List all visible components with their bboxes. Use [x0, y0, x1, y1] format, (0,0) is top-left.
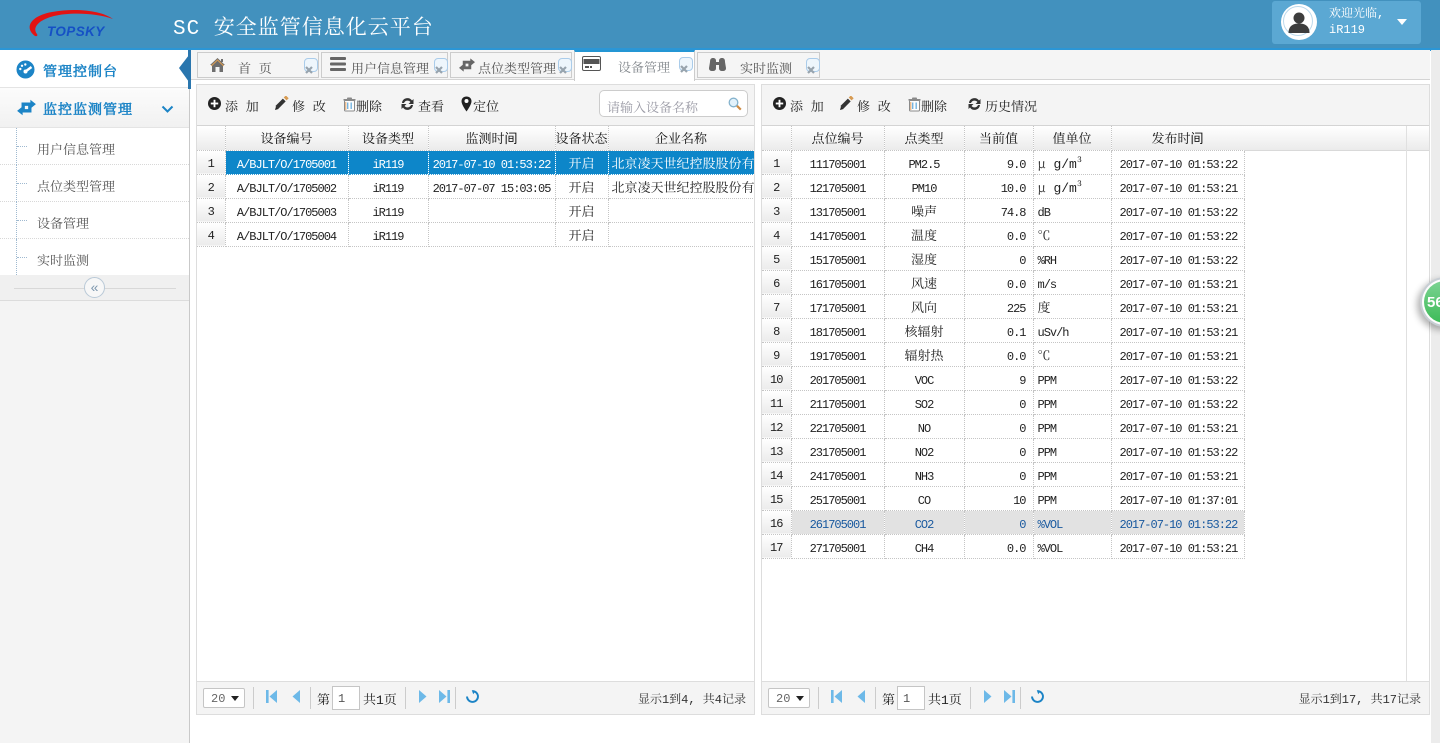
svg-text:TOPSKY: TOPSKY: [47, 24, 106, 39]
